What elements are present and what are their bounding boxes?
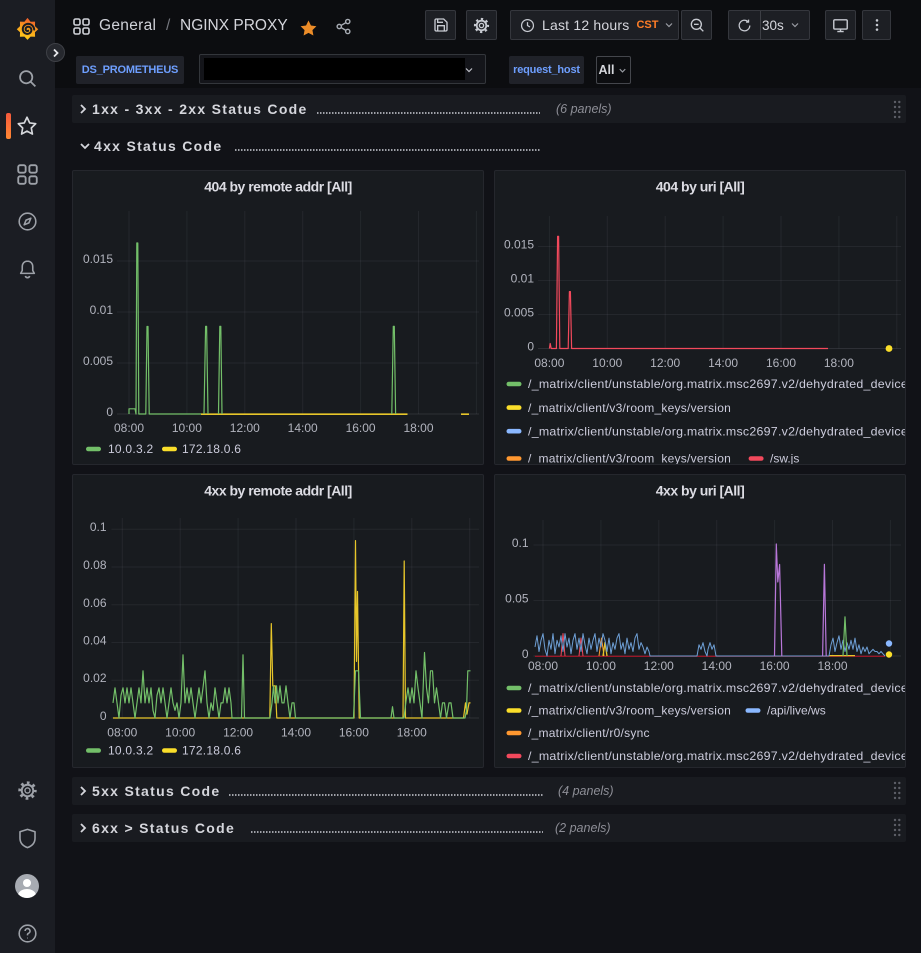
svg-text:18:00: 18:00 [817,659,847,673]
svg-text:0.1: 0.1 [90,520,107,534]
svg-text:4xx by uri [All]: 4xx by uri [All] [656,483,744,499]
svg-text:14:00: 14:00 [708,356,738,370]
svg-text:16:00: 16:00 [760,659,790,673]
svg-text:08:00: 08:00 [534,356,564,370]
svg-text:/_matrix/client/v3/room_keys/v: /_matrix/client/v3/room_keys/version [528,452,731,464]
svg-text:0.005: 0.005 [504,306,534,320]
svg-text:08:00: 08:00 [107,726,137,740]
svg-text:0: 0 [100,709,107,723]
svg-text:/api/live/ws: /api/live/ws [767,704,826,718]
svg-text:0.01: 0.01 [90,303,114,317]
svg-text:12:00: 12:00 [644,659,674,673]
svg-text:0.06: 0.06 [83,596,107,610]
svg-text:0.015: 0.015 [83,252,113,266]
svg-text:0.005: 0.005 [83,354,113,368]
svg-text:/_matrix/client/unstable/org.m: /_matrix/client/unstable/org.matrix.msc2… [528,424,905,438]
svg-text:18:00: 18:00 [824,356,854,370]
svg-text:0: 0 [106,405,113,419]
svg-text:18:00: 18:00 [403,421,433,435]
svg-text:/_matrix/client/unstable/org.m: /_matrix/client/unstable/org.matrix.msc2… [528,749,905,763]
svg-text:12:00: 12:00 [650,356,680,370]
svg-text:4xx by remote addr [All]: 4xx by remote addr [All] [204,483,352,499]
svg-text:172.18.0.6: 172.18.0.6 [182,442,241,456]
svg-text:18:00: 18:00 [397,726,427,740]
svg-text:10:00: 10:00 [586,659,616,673]
svg-text:/sw.js: /sw.js [770,452,799,464]
svg-text:08:00: 08:00 [528,659,558,673]
svg-text:/_matrix/client/v3/room_keys/v: /_matrix/client/v3/room_keys/version [528,401,731,415]
svg-text:0.1: 0.1 [512,536,529,550]
svg-text:14:00: 14:00 [281,726,311,740]
svg-text:0.01: 0.01 [511,272,535,286]
svg-text:16:00: 16:00 [346,421,376,435]
svg-text:/_matrix/client/unstable/org.m: /_matrix/client/unstable/org.matrix.msc2… [528,377,905,391]
svg-text:0: 0 [527,340,534,354]
svg-text:12:00: 12:00 [223,726,253,740]
svg-text:10:00: 10:00 [592,356,622,370]
svg-text:/_matrix/client/r0/sync: /_matrix/client/r0/sync [528,726,650,740]
svg-text:12:00: 12:00 [230,421,260,435]
svg-text:16:00: 16:00 [766,356,796,370]
svg-text:0.02: 0.02 [83,671,107,685]
svg-text:0.04: 0.04 [83,634,107,648]
svg-text:14:00: 14:00 [702,659,732,673]
svg-text:16:00: 16:00 [339,726,369,740]
svg-text:/_matrix/client/unstable/org.m: /_matrix/client/unstable/org.matrix.msc2… [528,681,905,695]
svg-text:0.05: 0.05 [505,592,529,606]
svg-text:08:00: 08:00 [114,421,144,435]
svg-text:404 by uri [All]: 404 by uri [All] [656,179,744,195]
svg-text:10:00: 10:00 [165,726,195,740]
svg-text:0.08: 0.08 [83,558,107,572]
svg-text:10.0.3.2: 10.0.3.2 [108,442,153,456]
svg-text:/_matrix/client/v3/room_keys/v: /_matrix/client/v3/room_keys/version [528,704,731,718]
svg-text:404 by remote addr [All]: 404 by remote addr [All] [204,179,352,195]
svg-text:10:00: 10:00 [172,421,202,435]
svg-text:10.0.3.2: 10.0.3.2 [108,744,153,758]
svg-text:172.18.0.6: 172.18.0.6 [182,744,241,758]
svg-text:14:00: 14:00 [288,421,318,435]
svg-text:0.015: 0.015 [504,238,534,252]
